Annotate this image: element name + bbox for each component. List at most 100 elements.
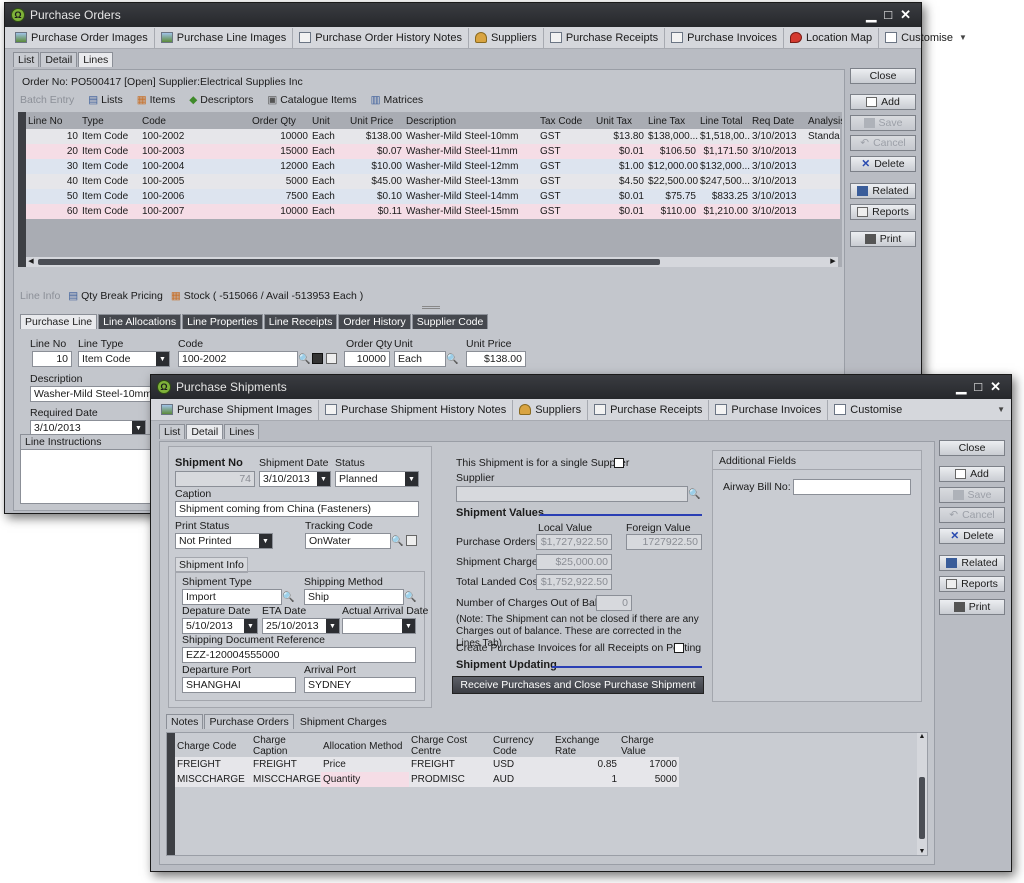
single-supplier-checkbox[interactable] bbox=[614, 458, 624, 468]
actual-arrival-field[interactable]: ▼ bbox=[342, 618, 416, 634]
table-cell[interactable]: 100-2006 bbox=[140, 189, 250, 204]
table-cell[interactable]: $138.00 bbox=[348, 129, 404, 144]
table-cell[interactable]: Item Code bbox=[80, 129, 140, 144]
charges-column-header[interactable]: Charge Value bbox=[619, 735, 679, 757]
dropdown-arrow-icon[interactable]: ▼ bbox=[244, 619, 257, 633]
table-cell[interactable]: Each bbox=[310, 174, 348, 189]
ship-doc-ref-field[interactable]: EZZ-120004555000 bbox=[182, 647, 416, 663]
table-cell[interactable]: 12000 bbox=[250, 159, 310, 174]
table-cell[interactable]: $833.25 bbox=[698, 189, 750, 204]
add-button[interactable]: Add bbox=[939, 466, 1005, 482]
horizontal-scrollbar[interactable]: ◀ ▶ bbox=[26, 257, 838, 267]
po-column-header[interactable]: Analysis bbox=[806, 114, 842, 129]
search-icon[interactable]: 🔍 bbox=[446, 352, 459, 366]
table-cell[interactable]: 100-2004 bbox=[140, 159, 250, 174]
splitter[interactable] bbox=[422, 306, 440, 309]
table-cell[interactable]: $106.50 bbox=[646, 144, 698, 159]
tab-shipment-charges[interactable]: Shipment Charges bbox=[294, 714, 392, 729]
calculator-icon[interactable] bbox=[312, 353, 323, 364]
receive-close-button[interactable]: Receive Purchases and Close Purchase Shi… bbox=[452, 676, 704, 694]
po-toolbar-location-map[interactable]: Location Map bbox=[784, 27, 880, 48]
table-cell[interactable]: 17000 bbox=[619, 757, 679, 772]
table-cell[interactable]: $4.50 bbox=[594, 174, 646, 189]
table-cell[interactable]: 30 bbox=[26, 159, 80, 174]
table-cell[interactable]: 1 bbox=[553, 772, 619, 787]
table-cell[interactable]: Item Code bbox=[80, 159, 140, 174]
table-cell[interactable]: Item Code bbox=[80, 144, 140, 159]
table-row[interactable]: FREIGHT FREIGHT Price FREIGHT USD 0.85 17000 bbox=[175, 757, 679, 772]
scrollbar-down-arrow[interactable]: ▼ bbox=[917, 848, 927, 855]
table-cell[interactable]: Washer-Mild Steel-11mm bbox=[404, 144, 538, 159]
qty-break-pricing-button[interactable]: ▤ Qty Break Pricing bbox=[68, 290, 163, 302]
print-button[interactable]: Print bbox=[850, 231, 916, 247]
charges-column-header[interactable]: Currency Code bbox=[491, 735, 553, 757]
vertical-scrollbar[interactable]: ▲ ▼ bbox=[917, 733, 927, 855]
airway-bill-field[interactable] bbox=[793, 479, 911, 495]
ps-toolbar-invoices[interactable]: Purchase Invoices bbox=[709, 399, 829, 420]
minimize-icon[interactable]: ▁ bbox=[956, 379, 966, 395]
arrival-port-field[interactable]: SYDNEY bbox=[304, 677, 416, 693]
tab-detail[interactable]: Detail bbox=[40, 52, 78, 67]
po-column-header[interactable]: Order Qty bbox=[250, 114, 310, 129]
table-row[interactable]: 30 Item Code 100-2004 12000 Each $10.00 Washer… bbox=[26, 159, 840, 174]
ps-toolbar-shipment-images[interactable]: Purchase Shipment Images bbox=[155, 399, 320, 420]
stock-button[interactable]: ▦ Stock ( -515066 / Avail -513953 Each ) bbox=[171, 290, 363, 302]
maximize-icon[interactable]: □ bbox=[974, 379, 982, 395]
tab-notes[interactable]: Notes bbox=[166, 714, 204, 729]
table-cell[interactable]: Price bbox=[321, 757, 409, 772]
table-cell[interactable]: 5000 bbox=[250, 174, 310, 189]
tab-list[interactable]: List bbox=[159, 424, 186, 439]
tab-list[interactable]: List bbox=[13, 52, 40, 67]
table-cell[interactable]: $1,518,00... bbox=[698, 129, 750, 144]
table-cell[interactable]: 3/10/2013 bbox=[750, 174, 806, 189]
minimize-icon[interactable]: ▁ bbox=[866, 7, 876, 23]
table-cell[interactable]: 3/10/2013 bbox=[750, 159, 806, 174]
table-cell[interactable]: 100-2005 bbox=[140, 174, 250, 189]
close-button[interactable]: Close bbox=[850, 68, 916, 84]
unit-field[interactable]: Each bbox=[394, 351, 446, 367]
table-cell[interactable]: $138,000.... bbox=[646, 129, 698, 144]
table-cell[interactable]: Washer-Mild Steel-14mm bbox=[404, 189, 538, 204]
related-button[interactable]: Related bbox=[939, 555, 1005, 571]
eta-date-field[interactable]: 25/10/2013 ▼ bbox=[262, 618, 340, 634]
close-icon[interactable]: ✕ bbox=[990, 379, 1001, 395]
table-cell[interactable]: $0.01 bbox=[594, 204, 646, 219]
description-field[interactable]: Washer-Mild Steel-10mm bbox=[30, 386, 160, 402]
search-icon[interactable]: 🔍 bbox=[298, 352, 311, 366]
dropdown-arrow-icon[interactable]: ▼ bbox=[156, 352, 169, 366]
caption-field[interactable]: Shipment coming from China (Fasteners) bbox=[175, 501, 419, 517]
table-cell[interactable]: 60 bbox=[26, 204, 80, 219]
tab-detail[interactable]: Detail bbox=[186, 424, 224, 439]
table-cell[interactable]: 100-2002 bbox=[140, 129, 250, 144]
unit-price-field[interactable]: $138.00 bbox=[466, 351, 526, 367]
delete-button[interactable]: ✕ Delete bbox=[939, 528, 1005, 544]
table-cell[interactable]: Each bbox=[310, 129, 348, 144]
table-cell[interactable]: Each bbox=[310, 189, 348, 204]
maximize-icon[interactable]: □ bbox=[884, 7, 892, 23]
table-cell[interactable]: 10 bbox=[26, 129, 80, 144]
create-invoices-checkbox[interactable] bbox=[674, 643, 684, 653]
tab-purchase-orders[interactable]: Purchase Orders bbox=[204, 714, 294, 729]
ps-toolbar-history-notes[interactable]: Purchase Shipment History Notes bbox=[319, 399, 514, 420]
po-toolbar-receipts[interactable]: Purchase Receipts bbox=[544, 27, 666, 48]
po-toolbar-invoices[interactable]: Purchase Invoices bbox=[665, 27, 785, 48]
table-cell[interactable]: $13.80 bbox=[594, 129, 646, 144]
po-toolbar-order-images[interactable]: Purchase Order Images bbox=[9, 27, 155, 48]
table-cell[interactable]: 3/10/2013 bbox=[750, 129, 806, 144]
po-column-header[interactable]: Unit Tax bbox=[594, 114, 646, 129]
table-cell[interactable]: $0.01 bbox=[594, 189, 646, 204]
charges-column-header[interactable]: Charge Caption bbox=[251, 735, 321, 757]
dropdown-arrow-icon[interactable]: ▼ bbox=[132, 421, 145, 435]
table-cell[interactable]: 50 bbox=[26, 189, 80, 204]
departure-port-field[interactable]: SHANGHAI bbox=[182, 677, 296, 693]
items-button[interactable]: ▦ Items bbox=[137, 94, 176, 106]
table-row[interactable]: 40 Item Code 100-2005 5000 Each $45.00 Washer-… bbox=[26, 174, 840, 189]
tab-supplier-code[interactable]: Supplier Code bbox=[411, 314, 489, 329]
tab-line-properties[interactable]: Line Properties bbox=[182, 314, 263, 329]
tab-line-receipts[interactable]: Line Receipts bbox=[263, 314, 338, 329]
tab-purchase-line[interactable]: Purchase Line bbox=[20, 314, 98, 329]
table-cell[interactable]: $132,000.... bbox=[698, 159, 750, 174]
charges-column-header[interactable]: Charge Cost Centre bbox=[409, 735, 491, 757]
po-column-header[interactable]: Line Total bbox=[698, 114, 750, 129]
dropdown-arrow-icon[interactable]: ▼ bbox=[317, 472, 330, 486]
